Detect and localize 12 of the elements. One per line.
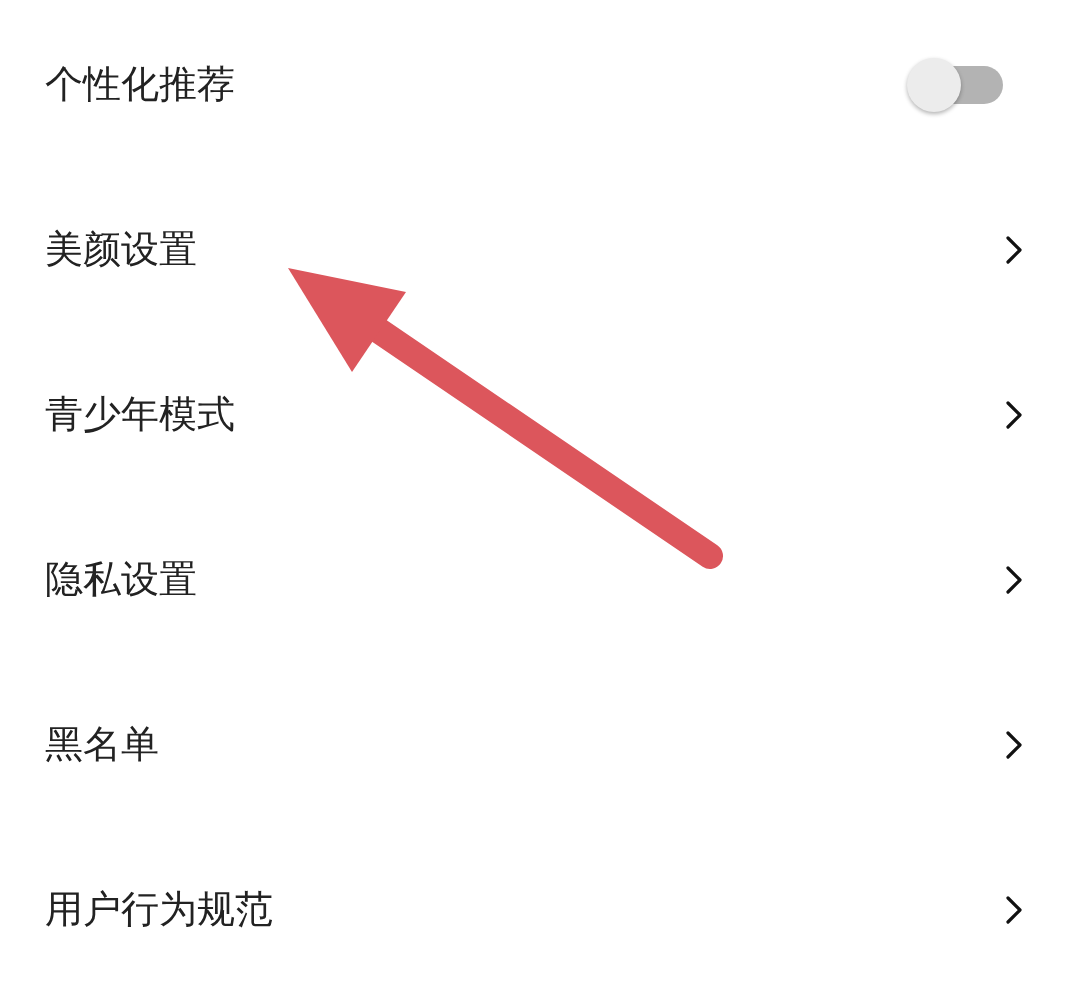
setting-label: 青少年模式 [45,391,235,438]
chevron-right-icon [1004,894,1024,925]
chevron-right-icon [1004,399,1024,430]
setting-label: 黑名单 [45,721,159,768]
toggle-switch[interactable] [907,56,1003,113]
setting-label: 用户行为规范 [45,886,273,933]
setting-label: 隐私设置 [45,556,197,603]
setting-label: 个性化推荐 [45,61,235,108]
setting-label: 美颜设置 [45,226,197,273]
chevron-right-icon [1004,564,1024,595]
chevron-right-icon [1004,729,1024,760]
chevron-right-icon [1004,234,1024,265]
